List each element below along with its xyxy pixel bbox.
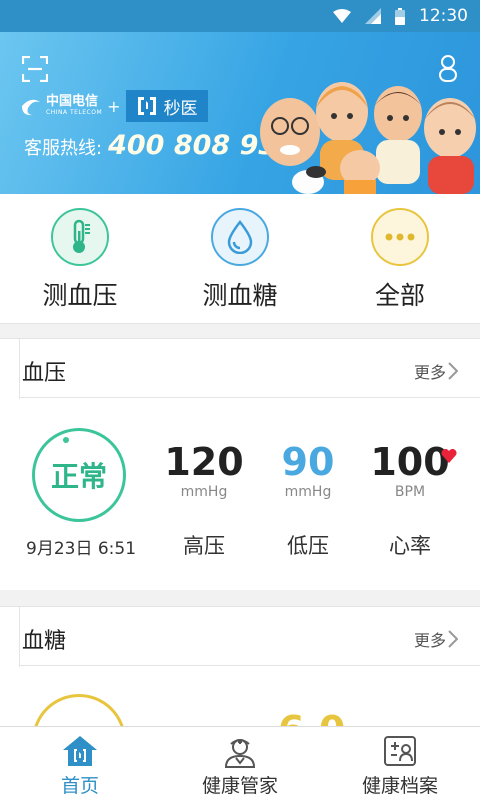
systolic-value: 120 [164,440,244,484]
health-record-icon [320,733,480,769]
tab-health-manager[interactable]: 健康管家 [160,727,320,800]
card-header: 血压 更多 [0,338,480,399]
partner-name: 秒医 [163,98,198,119]
china-telecom-logo: 中国电信 CHINA TELECOM [20,95,102,117]
status-badge: 正常 [50,460,107,493]
blood-pressure-card: 血压 更多 正常 9月23日 6:51 120 mmHg 90 mmHg 100… [0,338,480,590]
more-link[interactable]: 更多 [414,359,458,383]
status-bar: 12:30 [0,0,480,32]
card-header: 血糖 更多 [0,606,480,667]
tab-home[interactable]: 首页 [0,727,160,800]
wifi-icon [333,9,351,23]
water-drop-icon [211,208,269,266]
heart-icon [441,448,457,467]
tab-label: 首页 [60,775,99,797]
tab-label: 健康管家 [201,775,278,797]
diastolic-unit: mmHg [284,484,332,500]
miaoyi-logo: 秒医 [125,90,208,122]
miaoyi-logo-icon [137,97,156,115]
telecom-en: CHINA TELECOM [46,109,103,116]
home-icon [0,733,160,769]
systolic-unit: mmHg [180,484,228,500]
telecom-name: 中国电信 [46,94,99,109]
status-time: 12:30 [419,6,468,26]
more-dots-icon [371,208,429,266]
diastolic-label: 低压 [287,534,329,558]
blood-pressure-reading[interactable]: 正常 9月23日 6:51 120 mmHg 90 mmHg 100 BPM 高… [0,398,480,590]
diastolic-value: 90 [281,440,335,484]
status-icons: 12:30 [333,6,468,26]
all-functions-button[interactable]: 全部 [330,208,470,312]
blood-sugar-reading[interactable]: 6.0 [0,666,480,726]
quick-action-label: 全部 [374,281,425,310]
card-title: 血糖 [22,629,67,654]
tab-health-records[interactable]: 健康档案 [320,727,480,800]
hotline-label: 客服热线: [24,138,103,159]
doctor-icon [160,733,320,769]
more-label: 更多 [413,363,446,382]
thermometer-icon [51,208,109,266]
blood-sugar-value: 6.0 [278,708,345,726]
chevron-right-icon [448,630,458,648]
quick-action-label: 测血压 [42,281,118,310]
measure-blood-sugar-button[interactable]: 测血糖 [170,208,310,312]
more-link[interactable]: 更多 [414,627,458,651]
chevron-right-icon [448,362,458,380]
quick-action-label: 测血糖 [202,281,278,310]
status-ring [32,694,126,726]
scan-icon[interactable] [21,55,49,86]
diastolic-value-block: 90 mmHg [258,440,358,500]
blood-sugar-card: 血糖 更多 6.0 [0,606,480,726]
systolic-value-block: 120 mmHg [154,440,254,500]
more-label: 更多 [413,631,446,650]
family-illustration [260,82,476,194]
status-ring: 正常 [32,428,126,522]
measure-time: 9月23日 6:51 [26,539,137,559]
telecom-swirl-icon [22,99,40,116]
measure-blood-pressure-button[interactable]: 测血压 [10,208,150,312]
header-banner[interactable]: 中国电信 CHINA TELECOM + 秒医 客服热线: 400 808 93… [0,32,480,194]
signal-icon [365,8,381,24]
bottom-tab-bar: 首页 健康管家 健康档案 [0,726,480,800]
heart-rate-label: 心率 [389,534,431,558]
card-title: 血压 [22,361,67,386]
brand-logos: 中国电信 CHINA TELECOM + 秒医 [20,90,208,122]
systolic-label: 高压 [183,534,225,558]
battery-icon [395,7,405,25]
heart-rate-unit: BPM [394,484,426,500]
quick-actions: 测血压 测血糖 全部 [0,194,480,324]
tab-label: 健康档案 [361,775,438,797]
plus-sign: + [107,96,121,116]
